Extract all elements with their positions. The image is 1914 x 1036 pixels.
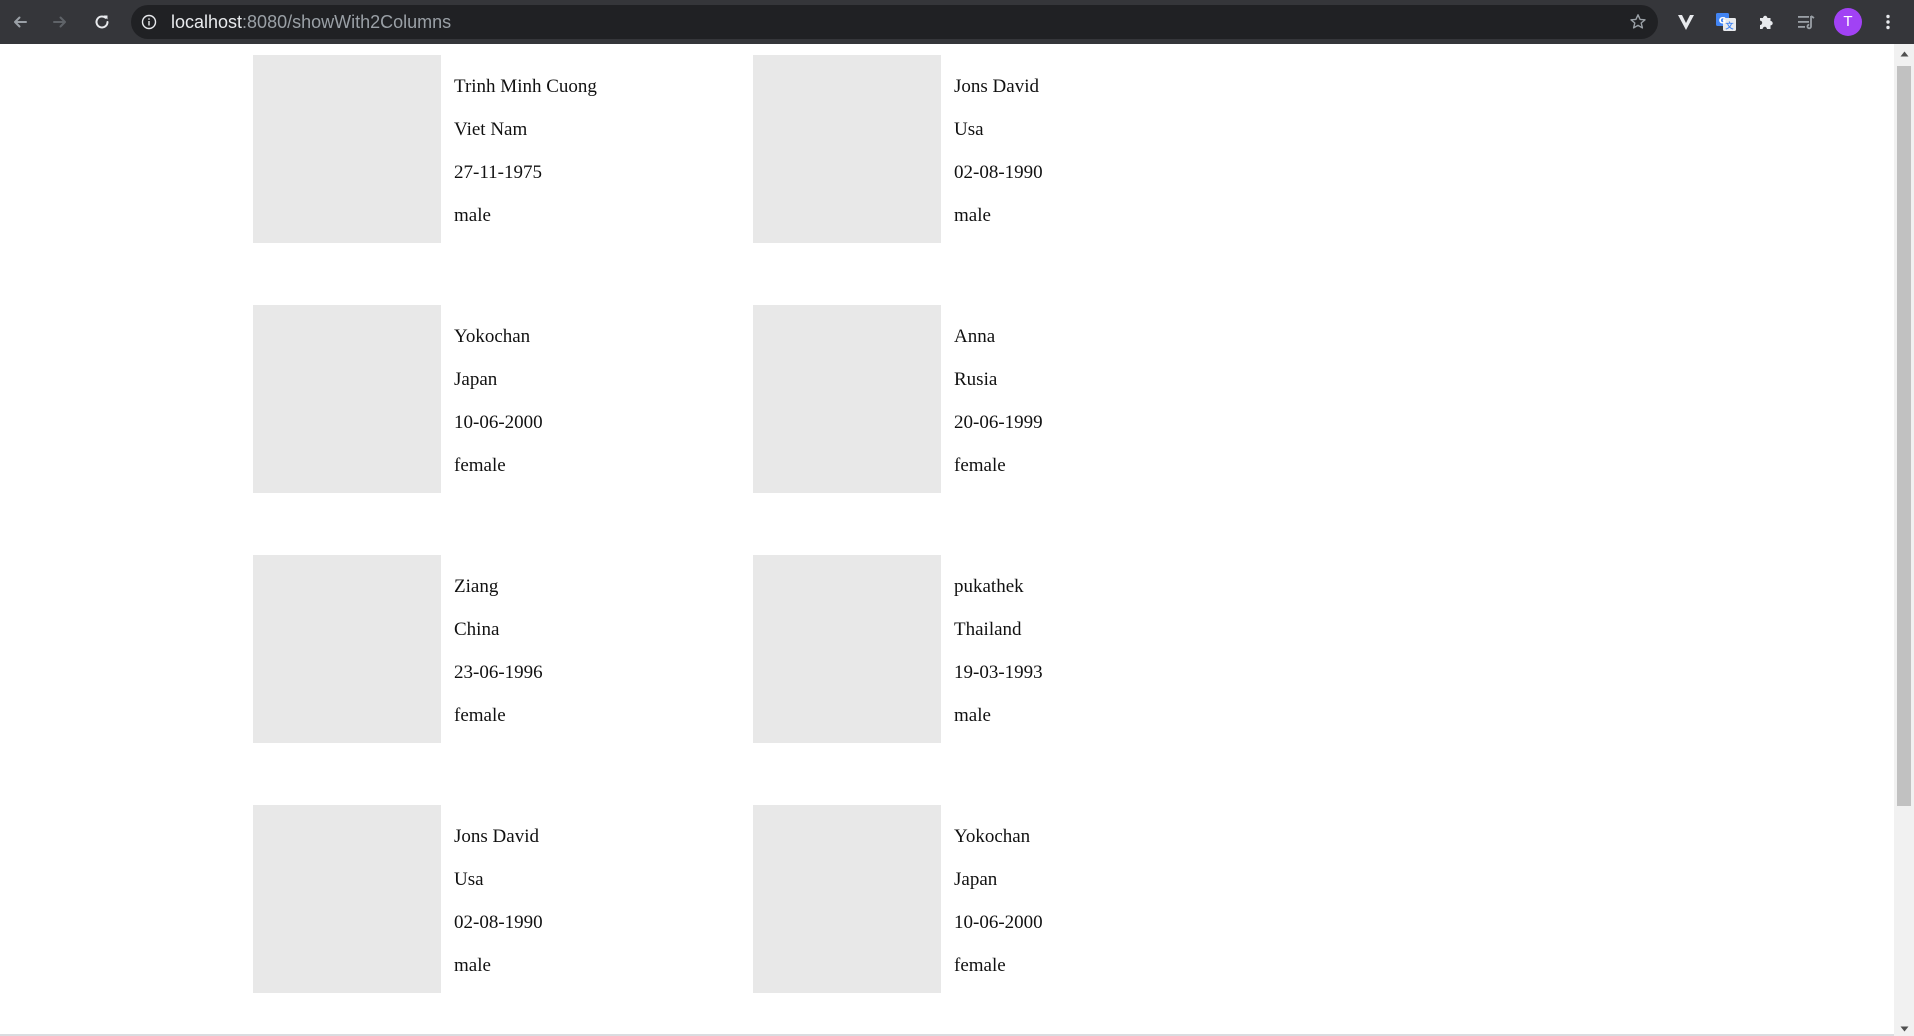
- person-name: Jons David: [954, 76, 1039, 97]
- url-text[interactable]: localhost:8080/showWith2Columns: [171, 5, 451, 39]
- person-gender: female: [454, 455, 506, 476]
- puzzle-icon: [1756, 12, 1776, 32]
- person-photo-placeholder: [753, 305, 941, 493]
- person-card: Anna Rusia 20-06-1999 female: [753, 305, 1253, 493]
- person-name: Trinh Minh Cuong: [454, 76, 597, 97]
- profile-avatar[interactable]: T: [1834, 8, 1862, 36]
- person-birthdate: 19-03-1993: [954, 662, 1043, 683]
- person-country: Japan: [954, 869, 998, 890]
- person-name: Anna: [954, 326, 996, 347]
- person-birthdate: 27-11-1975: [454, 162, 542, 183]
- info-icon[interactable]: [141, 14, 157, 30]
- extensions-button[interactable]: [1750, 6, 1782, 38]
- profile-initial: T: [1843, 13, 1853, 30]
- person-country: Rusia: [954, 369, 998, 390]
- person-gender: female: [454, 705, 506, 726]
- arrow-left-icon: [10, 12, 30, 32]
- person-photo-placeholder: [753, 555, 941, 743]
- person-name: pukathek: [954, 576, 1024, 597]
- browser-toolbar: localhost:8080/showWith2Columns G文 T: [0, 0, 1914, 44]
- translate-button[interactable]: G文: [1710, 6, 1742, 38]
- address-bar[interactable]: localhost:8080/showWith2Columns: [131, 5, 1658, 39]
- scroll-down-button[interactable]: [1894, 1019, 1914, 1036]
- person-gender: female: [954, 455, 1006, 476]
- person-birthdate: 02-08-1990: [954, 162, 1043, 183]
- person-country: Viet Nam: [454, 119, 528, 140]
- person-name: Jons David: [454, 826, 539, 847]
- person-photo-placeholder: [253, 305, 441, 493]
- scrollbar-thumb[interactable]: [1897, 66, 1911, 806]
- person-country: Thailand: [954, 619, 1022, 640]
- scroll-up-button[interactable]: [1894, 44, 1914, 61]
- person-birthdate: 20-06-1999: [954, 412, 1043, 433]
- v-extension-icon: [1675, 11, 1697, 33]
- reload-button[interactable]: [86, 6, 118, 38]
- page-viewport: Trinh Minh Cuong Viet Nam 27-11-1975 mal…: [0, 44, 1894, 1036]
- back-button[interactable]: [4, 6, 36, 38]
- browser-menu-button[interactable]: [1872, 6, 1904, 38]
- person-name: Ziang: [454, 576, 499, 597]
- person-country: Japan: [454, 369, 498, 390]
- person-country: China: [454, 619, 500, 640]
- kebab-menu-icon: [1878, 12, 1898, 32]
- person-photo-placeholder: [253, 805, 441, 993]
- person-photo-placeholder: [253, 555, 441, 743]
- url-path: :8080/showWith2Columns: [242, 12, 452, 32]
- arrow-right-icon: [50, 12, 70, 32]
- person-card: Jons David Usa 02-08-1990 male: [753, 55, 1253, 243]
- person-card: Yokochan Japan 10-06-2000 female: [253, 305, 753, 493]
- forward-button[interactable]: [44, 6, 76, 38]
- person-card: Ziang China 23-06-1996 female: [253, 555, 753, 743]
- person-gender: male: [454, 955, 491, 976]
- person-name: Yokochan: [954, 826, 1031, 847]
- reload-icon: [92, 12, 112, 32]
- triangle-up-icon: [1900, 44, 1909, 62]
- star-icon[interactable]: [1628, 12, 1648, 32]
- person-country: Usa: [954, 119, 984, 140]
- person-birthdate: 10-06-2000: [954, 912, 1043, 933]
- person-card: Trinh Minh Cuong Viet Nam 27-11-1975 mal…: [253, 55, 753, 243]
- person-birthdate: 02-08-1990: [454, 912, 543, 933]
- person-card: Jons David Usa 02-08-1990 male: [253, 805, 753, 993]
- reading-list-icon: [1796, 12, 1816, 32]
- reading-list-button[interactable]: [1790, 6, 1822, 38]
- v-extension-button[interactable]: [1670, 6, 1702, 38]
- person-name: Yokochan: [454, 326, 531, 347]
- person-birthdate: 10-06-2000: [454, 412, 543, 433]
- person-birthdate: 23-06-1996: [454, 662, 543, 683]
- vertical-scrollbar[interactable]: [1894, 44, 1914, 1036]
- person-gender: male: [954, 705, 991, 726]
- triangle-down-icon: [1900, 1019, 1909, 1036]
- person-card: pukathek Thailand 19-03-1993 male: [753, 555, 1253, 743]
- google-translate-icon: G文: [1715, 11, 1737, 33]
- svg-text:文: 文: [1726, 21, 1735, 31]
- person-gender: female: [954, 955, 1006, 976]
- person-gender: male: [954, 205, 991, 226]
- person-gender: male: [454, 205, 491, 226]
- url-host: localhost: [171, 12, 243, 32]
- person-card: Yokochan Japan 10-06-2000 female: [753, 805, 1253, 993]
- person-photo-placeholder: [753, 55, 941, 243]
- person-photo-placeholder: [753, 805, 941, 993]
- person-country: Usa: [454, 869, 484, 890]
- person-photo-placeholder: [253, 55, 441, 243]
